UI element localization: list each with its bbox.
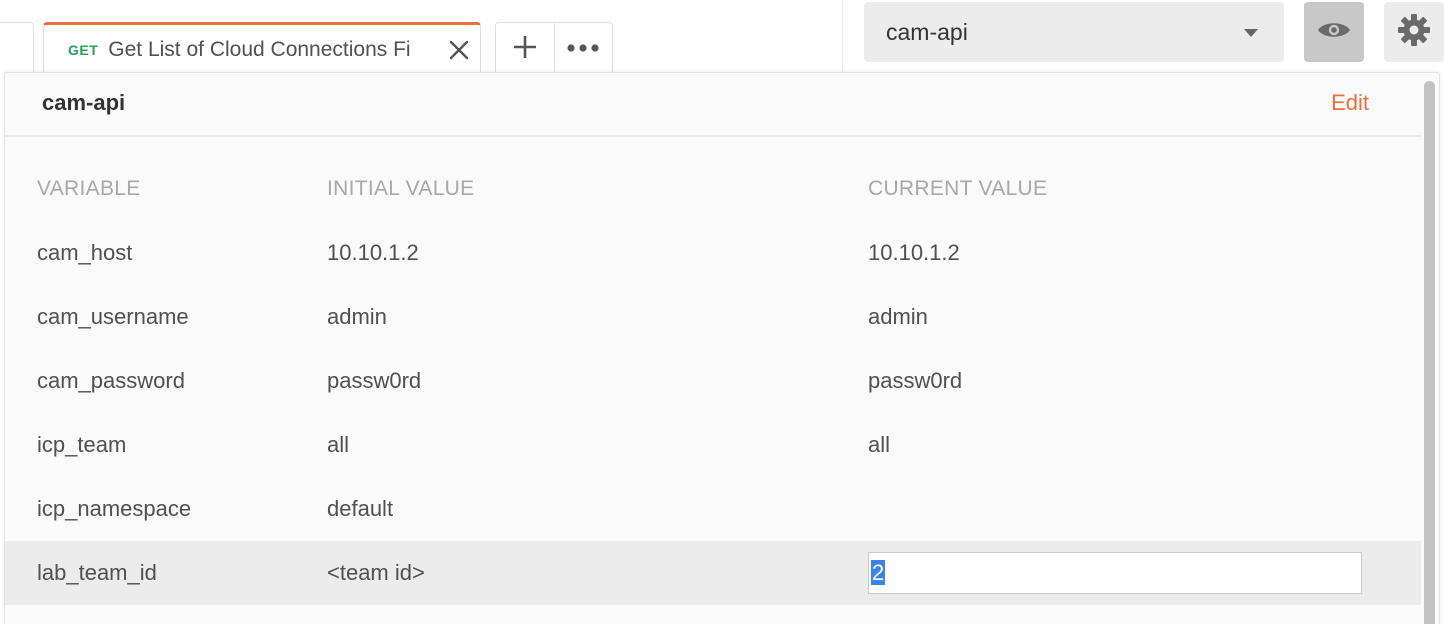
current-value[interactable]: passw0rd (868, 349, 962, 413)
variable-name: cam_username (37, 304, 189, 329)
selected-text: 2 (871, 560, 886, 585)
initial-value: <team id> (327, 560, 425, 585)
tab-actions (495, 22, 613, 75)
plus-icon (512, 34, 538, 65)
initial-value: default (327, 496, 394, 521)
more-icon (566, 40, 600, 58)
variable-name: lab_team_id (37, 560, 157, 585)
table-row[interactable]: cam_host 10.10.1.2 10.10.1.2 (5, 221, 1421, 285)
close-icon[interactable] (448, 39, 470, 61)
initial-value: all (327, 432, 350, 457)
variable-name: cam_host (37, 240, 133, 265)
environment-selected-value: cam-api (886, 18, 968, 45)
chevron-down-icon (1244, 29, 1258, 37)
table-row[interactable]: icp_team all all (5, 413, 1421, 477)
tab-previous[interactable] (0, 22, 34, 74)
panel-title: cam-api (42, 90, 126, 115)
postman-window: GET Get List of Cloud Connections Fi cam… (0, 0, 1444, 624)
variable-name: icp_namespace (37, 496, 192, 521)
scrollbar[interactable] (1424, 81, 1435, 624)
initial-value: passw0rd (327, 368, 422, 393)
column-header-current-value: CURRENT VALUE (868, 177, 1048, 200)
table-row-selected[interactable]: lab_team_id <team id> 2 (5, 541, 1421, 605)
panel-header: cam-api Edit (5, 73, 1421, 137)
variables-table: VARIABLE INITIAL VALUE CURRENT VALUE cam… (5, 157, 1421, 605)
tab-active-request[interactable]: GET Get List of Cloud Connections Fi (43, 22, 481, 74)
variable-name: cam_password (37, 368, 185, 393)
manage-environments-button[interactable] (1384, 2, 1444, 62)
environment-selector[interactable]: cam-api (864, 2, 1284, 62)
tab-title: Get List of Cloud Connections Fi (108, 37, 411, 61)
environment-quick-look-button[interactable] (1304, 2, 1364, 62)
tab-options-button[interactable] (553, 23, 612, 75)
variable-name: icp_team (37, 432, 127, 457)
request-method-badge: GET (68, 41, 99, 58)
column-header-variable: VARIABLE (37, 177, 141, 200)
current-value[interactable]: 10.10.1.2 (868, 221, 960, 285)
edit-link[interactable]: Edit (1331, 90, 1369, 116)
initial-value: 10.10.1.2 (327, 240, 419, 265)
table-row[interactable]: cam_password passw0rd passw0rd (5, 349, 1421, 413)
eye-icon (1317, 20, 1351, 45)
table-row[interactable]: icp_namespace default (5, 477, 1421, 541)
gear-icon (1397, 13, 1431, 52)
current-value-input[interactable]: 2 (868, 552, 1362, 594)
initial-value: admin (327, 304, 387, 329)
current-value[interactable]: all (868, 413, 890, 477)
divider (842, 0, 843, 72)
environment-quick-look-panel: cam-api Edit VARIABLE INITIAL VALUE CURR… (4, 72, 1440, 624)
table-row[interactable]: cam_username admin admin (5, 285, 1421, 349)
column-header-initial-value: INITIAL VALUE (327, 177, 475, 200)
new-tab-button[interactable] (496, 23, 554, 75)
table-header: VARIABLE INITIAL VALUE CURRENT VALUE (5, 157, 1421, 221)
current-value[interactable]: admin (868, 285, 928, 349)
